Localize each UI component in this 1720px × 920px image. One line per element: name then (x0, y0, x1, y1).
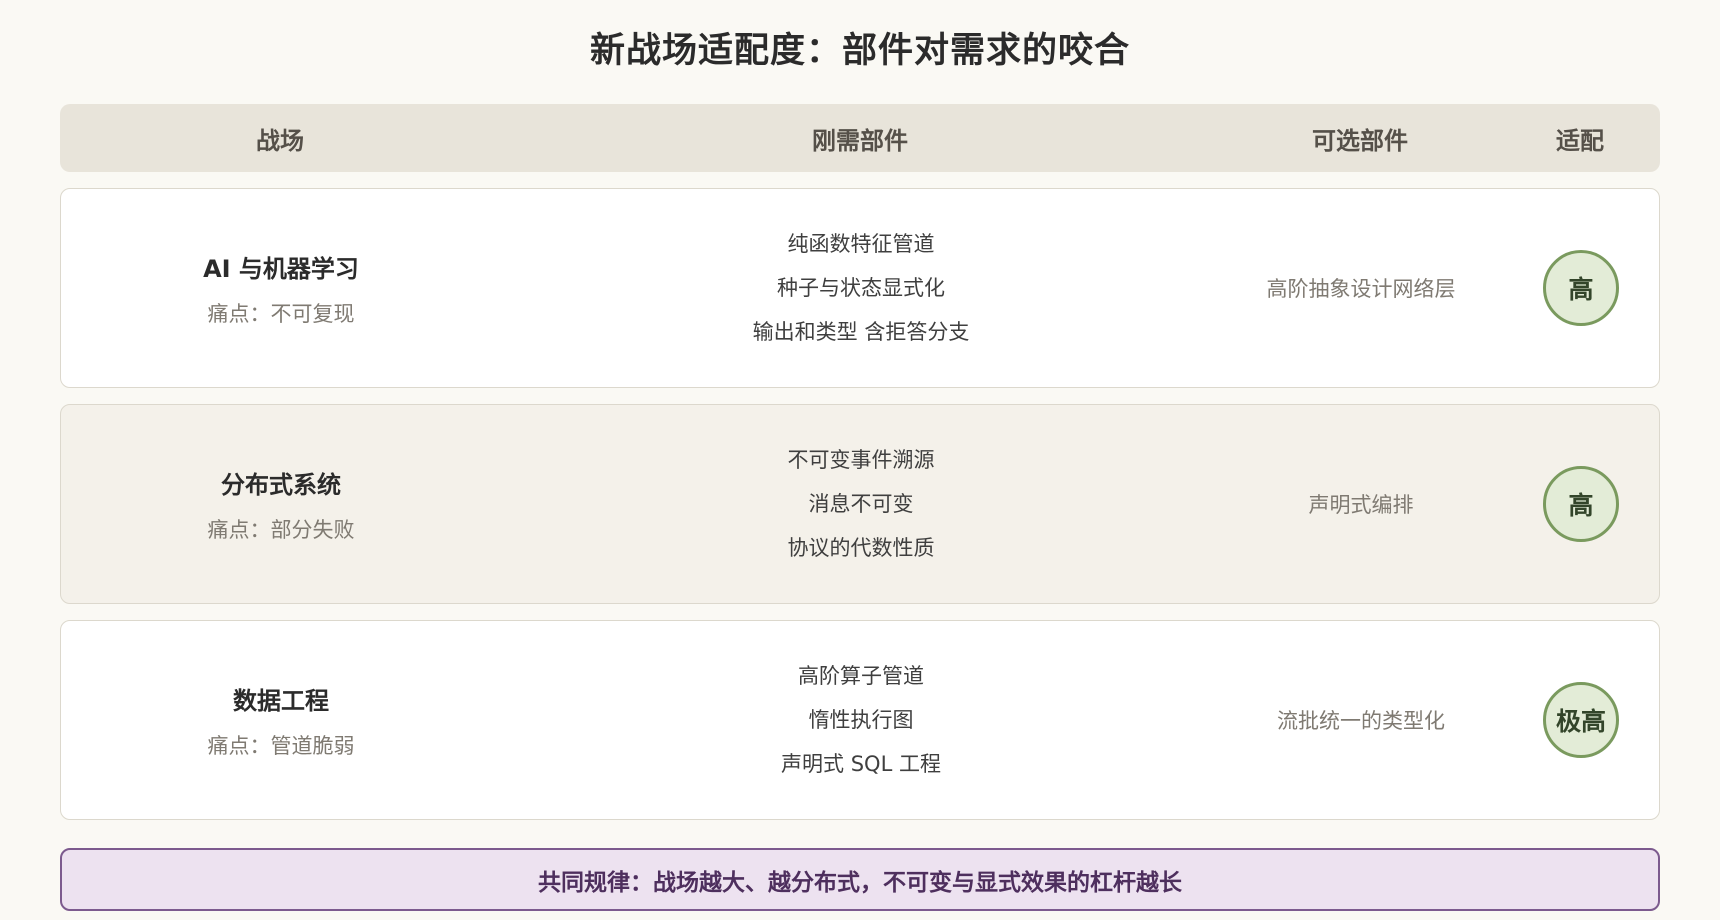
optional-item: 声明式编排 (1308, 493, 1414, 517)
table-row: 分布式系统 痛点：部分失败 不可变事件溯源 消息不可变 协议的代数性质 声明式编… (60, 404, 1660, 604)
required-item: 声明式 SQL 工程 (781, 752, 941, 776)
common-rule-banner: 共同规律：战场越大、越分布式，不可变与显式效果的杠杆越长 (60, 848, 1660, 911)
required-cell: 高阶算子管道 惰性执行图 声明式 SQL 工程 (501, 621, 1221, 819)
required-item: 惰性执行图 (808, 708, 914, 732)
required-item: 不可变事件溯源 (787, 448, 935, 472)
optional-item: 高阶抽象设计网络层 (1266, 277, 1456, 301)
required-cell: 不可变事件溯源 消息不可变 协议的代数性质 (501, 405, 1221, 603)
required-item: 消息不可变 (808, 492, 914, 516)
optional-cell: 高阶抽象设计网络层 (1221, 189, 1501, 387)
required-item: 纯函数特征管道 (787, 232, 935, 256)
required-item: 高阶算子管道 (798, 664, 924, 688)
pain-point: 痛点：部分失败 (207, 517, 355, 542)
table-header: 战场 刚需部件 可选部件 适配 (60, 104, 1660, 172)
table-row: 数据工程 痛点：管道脆弱 高阶算子管道 惰性执行图 声明式 SQL 工程 流批统… (60, 620, 1660, 820)
fit-badge: 高 (1543, 466, 1619, 542)
battlefield-name: AI 与机器学习 (203, 254, 359, 283)
fit-cell: 高 (1501, 405, 1661, 603)
pain-point: 痛点：管道脆弱 (207, 733, 355, 758)
optional-item: 流批统一的类型化 (1277, 709, 1445, 733)
page-title: 新战场适配度：部件对需求的咬合 (589, 31, 1130, 71)
fit-cell: 极高 (1501, 621, 1661, 819)
optional-cell: 声明式编排 (1221, 405, 1501, 603)
fit-badge: 极高 (1543, 682, 1619, 758)
table-row: AI 与机器学习 痛点：不可复现 纯函数特征管道 种子与状态显式化 输出和类型 … (60, 188, 1660, 388)
required-item: 协议的代数性质 (787, 536, 935, 560)
header-optional: 可选部件 (1312, 126, 1408, 155)
battlefield-name: 数据工程 (233, 686, 329, 715)
fit-badge: 高 (1543, 250, 1619, 326)
battlefield-name: 分布式系统 (221, 470, 341, 499)
battlefield-cell: AI 与机器学习 痛点：不可复现 (61, 189, 501, 387)
required-item: 种子与状态显式化 (777, 276, 945, 300)
optional-cell: 流批统一的类型化 (1221, 621, 1501, 819)
required-cell: 纯函数特征管道 种子与状态显式化 输出和类型 含拒答分支 (501, 189, 1221, 387)
pain-point: 痛点：不可复现 (207, 301, 355, 326)
header-battlefield: 战场 (256, 126, 304, 155)
fit-cell: 高 (1501, 189, 1661, 387)
battlefield-cell: 数据工程 痛点：管道脆弱 (61, 621, 501, 819)
header-fit: 适配 (1556, 126, 1604, 155)
header-required: 刚需部件 (812, 126, 908, 155)
required-item: 输出和类型 含拒答分支 (752, 320, 970, 344)
battlefield-cell: 分布式系统 痛点：部分失败 (61, 405, 501, 603)
